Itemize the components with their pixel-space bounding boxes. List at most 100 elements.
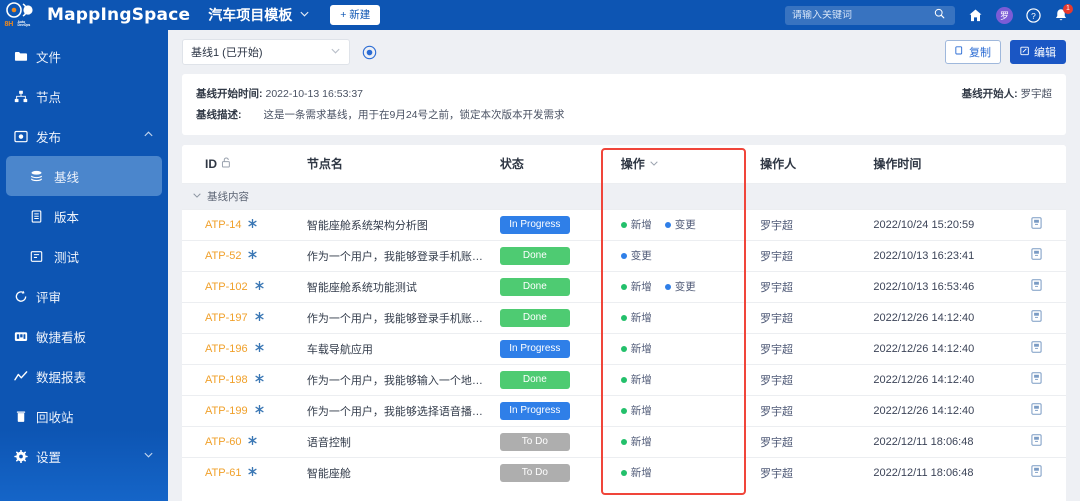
cell-node-name[interactable]: 智能座舱系统功能测试 [292,270,485,302]
action-tag[interactable]: 变更 [664,279,696,294]
action-tag[interactable]: 新增 [620,403,652,418]
th-name[interactable]: 节点名 [292,145,485,183]
search-box[interactable] [785,5,955,25]
status-badge[interactable]: Done [499,308,570,327]
cell-action[interactable]: 新增 [596,394,747,426]
cell-node-name[interactable]: 作为一个用户，我能够登录手机账… [292,301,485,333]
document-icon[interactable] [1031,248,1042,263]
th-id[interactable]: ID [182,145,293,183]
chevron-down-icon[interactable] [649,157,659,171]
radio-selected-icon[interactable] [362,45,377,60]
document-icon[interactable] [1031,217,1042,232]
sidebar-item-test[interactable]: 测试 [6,236,162,276]
sidebar-item-kanban[interactable]: 敏捷看板 [0,316,168,356]
cell-status[interactable]: To Do [484,456,597,488]
status-badge[interactable]: In Progress [499,215,570,234]
cell-action[interactable]: 新增 [596,456,747,488]
cell-row-icon[interactable] [1023,332,1066,364]
action-tag[interactable]: 新增 [620,217,652,232]
cell-action[interactable]: 变更 [596,239,747,271]
group-cell[interactable]: 基线内容 [182,182,1066,209]
star-icon[interactable] [254,280,264,293]
sidebar-item-reports[interactable]: 数据报表 [0,356,168,396]
table-row[interactable]: ATP-52 作为一个用户，我能够登录手机账… Done 变更 罗宇超 2022/10/1… [182,239,1066,271]
cell-id[interactable]: ATP-199 [182,394,293,426]
bell-icon[interactable]: 1 [1054,3,1073,23]
document-icon[interactable] [1031,341,1042,356]
th-operator[interactable]: 操作人 [746,145,864,183]
chevron-down-icon[interactable] [299,6,310,24]
sidebar-item-publish[interactable]: 发布 [0,116,168,156]
chevron-down-icon[interactable] [192,190,202,203]
issue-id-link[interactable]: ATP-197 [205,312,248,324]
new-button[interactable]: + 新建 [330,5,381,25]
cell-status[interactable]: To Do [484,425,597,457]
action-tag[interactable]: 新增 [620,372,652,387]
sidebar-item-version[interactable]: 版本 [6,196,162,236]
th-status[interactable]: 状态 [484,145,597,183]
question-circle-icon[interactable]: ? [1026,7,1041,23]
copy-button[interactable]: 复制 [945,40,1001,64]
cell-action[interactable]: 新增 [596,425,747,457]
cell-id[interactable]: ATP-197 [182,301,293,333]
star-icon[interactable] [248,435,258,448]
avatar[interactable]: 罗 [996,6,1013,24]
issue-id-link[interactable]: ATP-196 [205,343,248,355]
issue-id-link[interactable]: ATP-52 [205,250,241,262]
issue-id-link[interactable]: ATP-61 [205,467,241,479]
action-tag[interactable]: 新增 [620,279,652,294]
table-row[interactable]: ATP-60 语音控制 To Do 新增 罗宇超 2022/12/11 18:06:48 [182,425,1066,457]
issue-id-link[interactable]: ATP-60 [205,436,241,448]
cell-status[interactable]: Done [484,363,597,395]
table-row[interactable]: ATP-199 作为一个用户，我能够选择语音播… In Progress 新增 罗宇超 2… [182,394,1066,426]
chevron-down-icon[interactable] [143,449,154,463]
table-row[interactable]: ATP-14 智能座舱系统架构分析图 In Progress 新增 变更 罗宇超 2022/… [182,208,1066,240]
table-row[interactable]: ATP-197 作为一个用户，我能够登录手机账… Done 新增 罗宇超 2022/12/… [182,301,1066,333]
cell-id[interactable]: ATP-102 [182,270,293,302]
table-row[interactable]: ATP-196 车载导航应用 In Progress 新增 罗宇超 2022/12/26 … [182,332,1066,364]
cell-id[interactable]: ATP-61 [182,456,293,488]
cell-status[interactable]: Done [484,301,597,333]
sidebar-item-settings[interactable]: 设置 [0,436,168,476]
sidebar-item-nodes[interactable]: 节点 [0,76,168,116]
cell-node-name[interactable]: 作为一个用户，我能够选择语音播… [292,394,485,426]
cell-id[interactable]: ATP-60 [182,425,293,457]
cell-status[interactable]: Done [484,239,597,271]
issue-id-link[interactable]: ATP-102 [205,281,248,293]
document-icon[interactable] [1031,310,1042,325]
star-icon[interactable] [254,311,264,324]
table-row[interactable]: ATP-198 作为一个用户，我能够输入一个地… Done 新增 罗宇超 2022/12/… [182,363,1066,395]
cell-node-name[interactable]: 智能座舱系统架构分析图 [292,208,485,240]
table-row[interactable]: ATP-61 智能座舱 To Do 新增 罗宇超 2022/12/11 18:06:48 [182,456,1066,488]
chevron-down-icon[interactable] [330,45,341,59]
status-badge[interactable]: In Progress [499,339,570,358]
document-icon[interactable] [1031,372,1042,387]
star-icon[interactable] [254,404,264,417]
star-icon[interactable] [248,249,258,262]
issue-id-link[interactable]: ATP-199 [205,405,248,417]
cell-node-name[interactable]: 作为一个用户，我能够输入一个地… [292,363,485,395]
cell-action[interactable]: 新增 [596,332,747,364]
star-icon[interactable] [254,342,264,355]
cell-node-name[interactable]: 作为一个用户，我能够登录手机账… [292,239,485,271]
star-icon[interactable] [248,218,258,231]
status-badge[interactable]: To Do [499,463,570,482]
cell-status[interactable]: In Progress [484,332,597,364]
cell-node-name[interactable]: 语音控制 [292,425,485,457]
chevron-up-icon[interactable] [143,129,154,143]
status-badge[interactable]: Done [499,370,570,389]
project-name[interactable]: 汽车项目模板 [208,5,292,25]
cell-node-name[interactable]: 车载导航应用 [292,332,485,364]
status-badge[interactable]: Done [499,277,570,296]
action-tag[interactable]: 新增 [620,465,652,480]
cell-row-icon[interactable] [1023,239,1066,271]
action-tag[interactable]: 变更 [620,248,652,263]
document-icon[interactable] [1031,403,1042,418]
home-icon[interactable] [968,8,983,23]
issue-id-link[interactable]: ATP-198 [205,374,248,386]
table-group-row[interactable]: 基线内容 [182,182,1066,209]
issue-id-link[interactable]: ATP-14 [205,219,241,231]
cell-status[interactable]: In Progress [484,394,597,426]
cell-row-icon[interactable] [1023,363,1066,395]
cell-row-icon[interactable] [1023,456,1066,488]
